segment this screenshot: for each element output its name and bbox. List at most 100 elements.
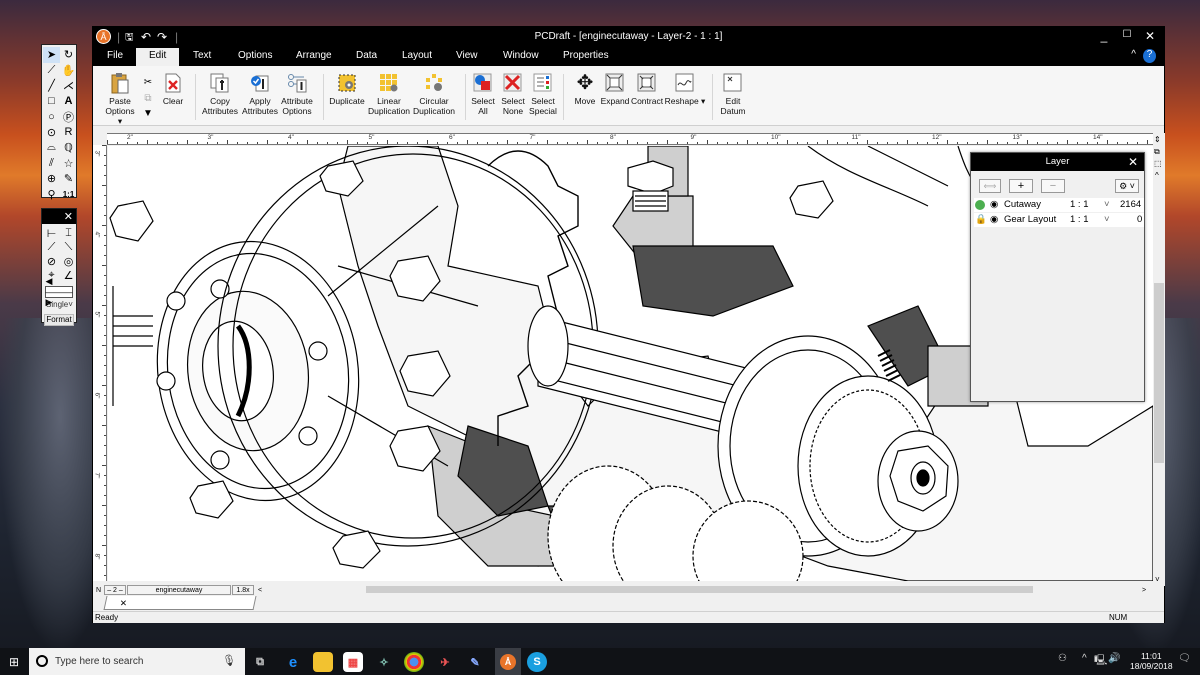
layer-row[interactable]: 🔒 ◉ Gear Layout 1 : 1 ˅ 0	[974, 213, 1144, 227]
help-icon[interactable]: ?	[1143, 49, 1156, 63]
layer-settings-button[interactable]: ⚙ ˅	[1115, 179, 1139, 193]
ellipse-tool-icon[interactable]: ⊙	[43, 125, 60, 141]
dimension-line-tool-icon[interactable]: ⟋	[43, 63, 60, 79]
task-view-icon[interactable]: ⧉	[250, 652, 270, 672]
pcdraft-taskbar-icon[interactable]: Å	[495, 648, 521, 675]
actual-scale-button[interactable]: 1:1	[60, 187, 77, 203]
menu-file[interactable]: File	[107, 50, 123, 61]
close-button[interactable]: ✕	[1140, 29, 1160, 43]
circle-tool-icon[interactable]: ○	[43, 109, 60, 125]
microphone-icon[interactable]: 🎙	[222, 654, 236, 667]
reshape-button[interactable]: Reshape ▾	[663, 72, 707, 106]
layer-name[interactable]: Gear Layout	[1004, 214, 1056, 225]
layer-scale[interactable]: 1 : 1	[1070, 214, 1089, 225]
contract-button[interactable]: Contract	[631, 72, 663, 106]
chevron-down-icon[interactable]: ˅	[1104, 214, 1110, 225]
diameter-dimension-icon[interactable]: ◎	[60, 254, 77, 268]
menu-arrange[interactable]: Arrange	[296, 50, 332, 61]
chevron-down-icon[interactable]: ˅	[1104, 199, 1110, 210]
perpendicular-line-tool-icon[interactable]: ⋌	[60, 78, 77, 94]
network-icon[interactable]: 🖳	[1094, 653, 1107, 670]
scroll-left-icon[interactable]: <	[255, 585, 265, 595]
menu-properties[interactable]: Properties	[563, 50, 609, 61]
edit-datum-button[interactable]: Edit Datum	[717, 72, 749, 116]
minimize-button[interactable]: _	[1094, 29, 1114, 43]
attribute-options-button[interactable]: Attribute Options	[279, 72, 315, 116]
layer-name[interactable]: Cutaway	[1004, 199, 1041, 210]
maximize-button[interactable]: ☐	[1117, 29, 1137, 40]
clear-button[interactable]: Clear	[159, 72, 187, 106]
collapse-ribbon-icon[interactable]: ^	[1131, 49, 1136, 60]
select-all-button[interactable]: Select All	[469, 72, 497, 116]
vertical-dimension-icon[interactable]: ⌶	[60, 226, 77, 240]
volume-icon[interactable]: 🔊	[1108, 653, 1120, 664]
pointer-icon[interactable]: ⬚	[1154, 159, 1162, 168]
line-style-select[interactable]: Single ˅	[44, 300, 74, 312]
select-special-button[interactable]: Select Special	[528, 72, 558, 116]
document-name-field[interactable]: enginecutaway	[127, 585, 231, 595]
horizontal-dimension-icon[interactable]: ⊢	[43, 226, 60, 240]
select-none-button[interactable]: Select None	[499, 72, 527, 116]
paint-icon[interactable]: ✎	[465, 652, 485, 672]
linear-duplication-button[interactable]: Linear Duplication	[367, 72, 411, 116]
rectangle-tool-icon[interactable]: □	[43, 94, 60, 110]
scroll-right-icon[interactable]: >	[1139, 585, 1149, 595]
taskbar-search-box[interactable]: Type here to search 🎙	[29, 648, 245, 675]
zoom-tool-icon[interactable]: ⚲	[43, 187, 60, 203]
close-icon[interactable]: ✕	[1128, 155, 1138, 169]
app-icon[interactable]: ✈	[435, 652, 455, 672]
copy-attributes-button[interactable]: Copy Attributes	[201, 72, 239, 116]
cut-icon[interactable]: ✂	[142, 76, 154, 88]
line-style-preview[interactable]: ◀———▶	[45, 276, 73, 307]
menu-edit[interactable]: Edit	[136, 48, 180, 66]
chrome-icon[interactable]	[404, 652, 424, 672]
close-icon[interactable]: ✕	[64, 210, 73, 223]
menu-layout[interactable]: Layout	[402, 50, 432, 61]
star-tool-icon[interactable]: ☆	[60, 156, 77, 172]
edge-icon[interactable]: e	[283, 652, 303, 672]
store-icon[interactable]: ▦	[343, 652, 363, 672]
hand-tool-icon[interactable]: ✋	[60, 63, 77, 79]
eyedropper-tool-icon[interactable]: ✎	[60, 171, 77, 187]
slope-dimension-icon[interactable]: ⟋	[43, 240, 60, 254]
copy-icon[interactable]: ⧉	[142, 92, 154, 104]
layer-index[interactable]: – 2 –	[104, 585, 126, 595]
skype-icon[interactable]: S	[527, 652, 547, 672]
close-tab-icon[interactable]: ✕	[120, 598, 127, 609]
apply-attributes-button[interactable]: Apply Attributes	[241, 72, 279, 116]
parallel-line-tool-icon[interactable]: ⫽	[43, 156, 60, 172]
target-tool-icon[interactable]: ⊕	[43, 171, 60, 187]
move-button[interactable]: ✥ Move	[571, 72, 599, 106]
format-painter-icon[interactable]: ▼	[142, 107, 154, 119]
horizontal-scroll-thumb[interactable]	[366, 586, 1033, 593]
lock-icon[interactable]: 🔒	[975, 214, 987, 225]
vertical-scroll-thumb[interactable]	[1154, 283, 1164, 463]
vertical-scrollbar[interactable]: ⇕ ⧉ ⬚ ^ ˅	[1153, 133, 1165, 586]
visibility-eye-icon[interactable]: ◉	[990, 214, 998, 225]
split-icon[interactable]: ⇕	[1154, 135, 1161, 144]
people-icon[interactable]: ⚇	[1058, 653, 1067, 664]
freehand-shape-tool-icon[interactable]: ⌓	[43, 140, 60, 156]
clock[interactable]: 11:01 18/09/2018	[1130, 651, 1173, 671]
circular-duplication-button[interactable]: Circular Duplication	[412, 72, 456, 116]
app-icon[interactable]: ✧	[374, 652, 394, 672]
zoom-level[interactable]: 1.8x	[232, 585, 254, 595]
scroll-up-icon[interactable]: ^	[1155, 171, 1159, 180]
menu-window[interactable]: Window	[503, 50, 539, 61]
expand-button[interactable]: Expand	[600, 72, 630, 106]
perpendicular-dimension-icon[interactable]: ⟍	[60, 240, 77, 254]
show-hidden-icons[interactable]: ^	[1082, 653, 1087, 664]
layer-scale[interactable]: 1 : 1	[1070, 199, 1089, 210]
line-tool-icon[interactable]: ╱	[43, 78, 60, 94]
duplicate-button[interactable]: Duplicate	[327, 72, 367, 106]
menu-view[interactable]: View	[456, 50, 478, 61]
document-tab[interactable]: ✕ enginecutaway - Cutaway - 1 : 1	[103, 596, 257, 619]
menu-options[interactable]: Options	[238, 50, 272, 61]
arc-tool-icon[interactable]: R	[60, 125, 77, 141]
rotate-tool-icon[interactable]: ↻	[60, 47, 77, 63]
menu-text[interactable]: Text	[193, 50, 211, 61]
format-button[interactable]: Format	[44, 314, 74, 326]
visibility-eye-icon[interactable]: ◉	[990, 199, 998, 210]
paste-options-button[interactable]: Paste Options ▾	[101, 72, 139, 126]
scroll-down-icon[interactable]: ˅	[1155, 575, 1160, 584]
